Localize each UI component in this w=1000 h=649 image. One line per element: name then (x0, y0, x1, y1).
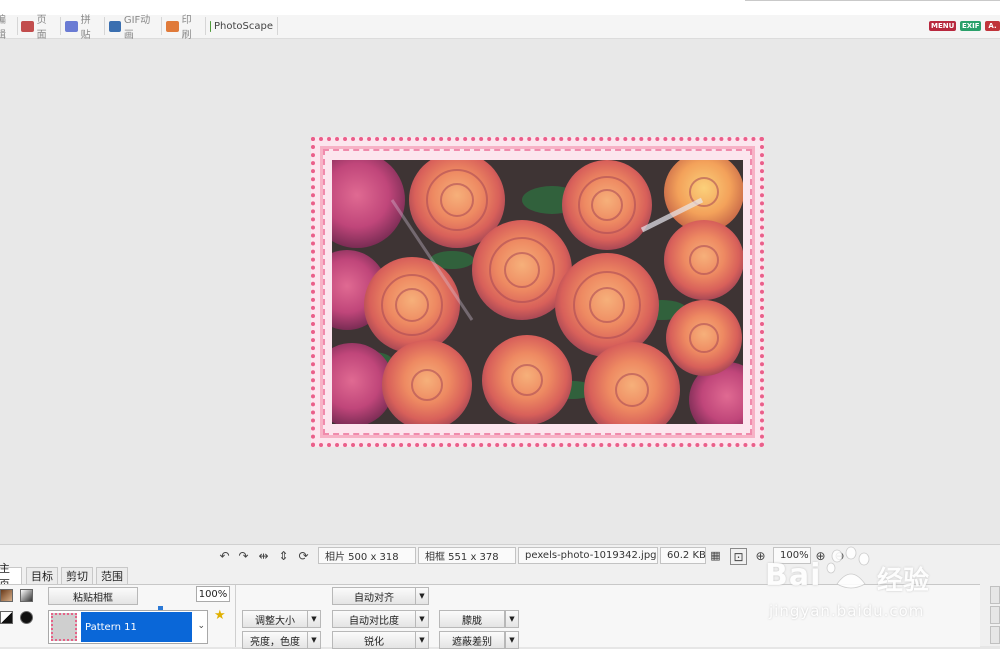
flip-vertical-icon[interactable]: ⇕ (276, 548, 291, 563)
tab-gif[interactable]: GIF动画 (105, 15, 162, 41)
tab-photoscape[interactable]: PhotoScape (206, 17, 278, 35)
mode-tab-bar: 编辑 页面 拼贴 GIF动画 印刷 PhotoScape (0, 15, 1000, 41)
tab-editor-label: 编辑 (0, 15, 6, 41)
opacity-value[interactable]: 100% (196, 586, 230, 602)
filesize-label: 60.2 KB (660, 547, 706, 564)
auto-align-button[interactable]: 自动对齐 (332, 587, 416, 605)
tab-gif-label: GIF动画 (123, 15, 151, 41)
combine-icon (65, 20, 78, 32)
tab-combine[interactable]: 拼贴 (61, 15, 105, 41)
rose-photo[interactable] (332, 160, 743, 424)
transparency-icon[interactable]: ▦ (708, 548, 723, 563)
auto-contrast-dropdown[interactable]: ▼ (415, 610, 429, 628)
exif-badge[interactable]: EXIF (960, 21, 981, 31)
tab-print-label: 印刷 (181, 15, 192, 41)
blur-button[interactable]: 朦胧 (439, 610, 505, 628)
rose-photo-image (332, 160, 743, 424)
auto-contrast-button[interactable]: 自动对比度 (332, 610, 416, 628)
auto-align-dropdown[interactable]: ▼ (415, 587, 429, 605)
photo-size-label: 相片 500 x 318 (318, 547, 416, 564)
tab-combine-label: 拼贴 (80, 15, 91, 41)
blur-dropdown[interactable]: ▼ (505, 610, 519, 628)
menu-badge[interactable]: MENU (929, 21, 956, 31)
print-icon (166, 20, 179, 32)
fit-zoom-icon[interactable]: ⊡ (730, 548, 747, 565)
undo-icon[interactable]: ↶ (217, 548, 232, 563)
frame-pattern-thumbnail (51, 613, 77, 641)
zoom-out-icon[interactable]: ⊖ (832, 548, 847, 563)
zoom-level: 100% (773, 547, 811, 564)
zoom-in-icon[interactable]: ⊕ (813, 548, 828, 563)
sharpen-dropdown[interactable]: ▼ (415, 631, 429, 649)
resize-dropdown[interactable]: ▼ (307, 610, 321, 628)
tab-range[interactable]: 范围 (96, 567, 128, 584)
flip-horizontal-icon[interactable]: ⇹ (256, 548, 271, 563)
brightness-color-button[interactable]: 亮度，色度 (242, 631, 308, 649)
photoscape-icon (210, 20, 211, 32)
frame-size-label: 相框 551 x 378 (418, 547, 516, 564)
tab-editor[interactable]: 编辑 (0, 15, 18, 41)
resize-button[interactable]: 调整大小 (242, 610, 308, 628)
round-swatch[interactable] (20, 611, 33, 624)
scroll-up-button[interactable] (990, 586, 1000, 604)
bottom-panel: 主页 目标 剪切 范围 粘贴相框 100% 自动对齐 ▼ 调整大小 ▼ 自动对比… (0, 562, 1000, 649)
rotate-icon[interactable]: ⟳ (296, 548, 311, 563)
actual-size-icon[interactable]: ⊕ (753, 548, 768, 563)
frame-color-swatch[interactable] (0, 589, 13, 602)
tab-page[interactable]: 页面 (17, 15, 61, 41)
status-bar: ↶ ↷ ⇹ ⇕ ⟳ 相片 500 x 318 相框 551 x 378 pexe… (0, 544, 1000, 567)
sharpen-button[interactable]: 锐化 (332, 631, 416, 649)
a-badge[interactable]: A. (985, 21, 1000, 31)
scroll-middle-button[interactable] (990, 606, 1000, 624)
title-strip-line (745, 0, 1000, 1)
tab-print[interactable]: 印刷 (162, 15, 206, 41)
tab-page-label: 页面 (36, 15, 47, 41)
tab-crop[interactable]: 剪切 (61, 567, 93, 584)
panel-separator (235, 585, 236, 647)
brightness-color-dropdown[interactable]: ▼ (307, 631, 321, 649)
tab-photoscape-label: PhotoScape (214, 20, 273, 32)
scroll-down-button[interactable] (990, 626, 1000, 644)
frame-pattern-select[interactable]: Pattern 11 ⌄ (48, 610, 208, 644)
mask-diff-button[interactable]: 遮蔽差别 (439, 631, 505, 649)
favorite-star-icon[interactable]: ★ (214, 608, 226, 623)
tab-object[interactable]: 目标 (26, 567, 58, 584)
paste-frame-button[interactable]: 粘贴相框 (48, 587, 138, 605)
contrast-swatch[interactable] (0, 611, 13, 624)
chevron-down-icon[interactable]: ⌄ (197, 621, 205, 631)
redo-icon[interactable]: ↷ (236, 548, 251, 563)
mask-diff-dropdown[interactable]: ▼ (505, 631, 519, 649)
page-icon (21, 20, 34, 32)
gif-icon (109, 20, 121, 32)
gradient-swatch[interactable] (20, 589, 33, 602)
tab-home[interactable]: 主页 (0, 562, 22, 591)
filename-label: pexels-photo-1019342.jpg (518, 547, 658, 564)
frame-pattern-selected: Pattern 11 (81, 612, 192, 642)
